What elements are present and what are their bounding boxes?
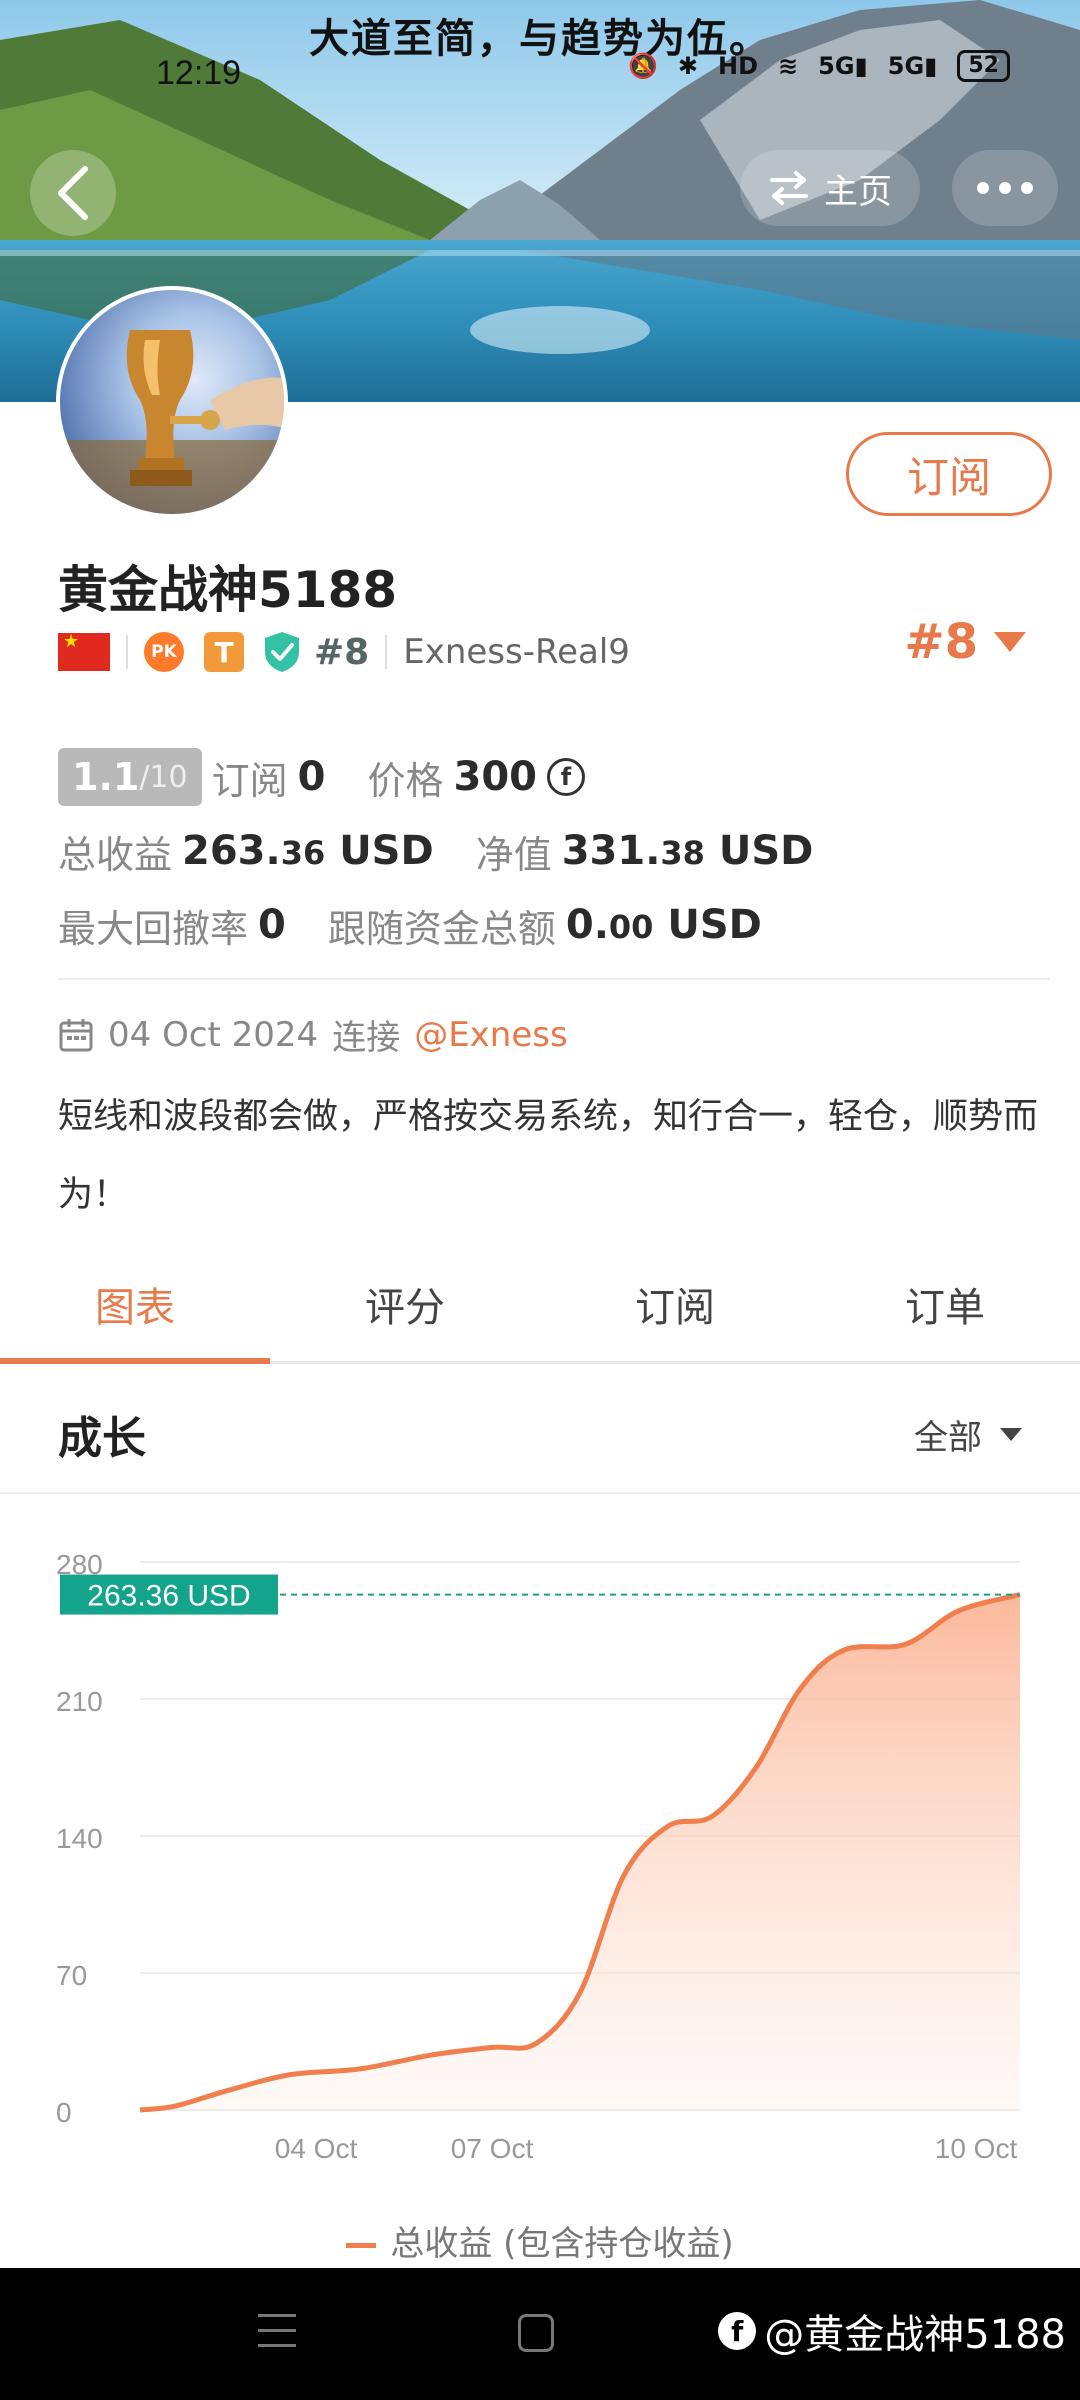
- rank-dropdown[interactable]: #8: [904, 614, 1026, 670]
- system-nav-bar: f @黄金战神5188: [0, 2268, 1080, 2400]
- subscribe-count-value: 0: [297, 754, 326, 800]
- connection-date: 04 Oct 2024: [108, 1014, 319, 1055]
- follow-funds-label: 跟随资金总额: [327, 906, 556, 951]
- bluetooth-icon: ✱: [677, 52, 698, 80]
- badge-divider: [385, 635, 388, 669]
- stats-panel: 1.1/10 订阅 0 价格 300 f 总收益 263.36 USD 净值 3…: [58, 740, 813, 962]
- status-time: 12:19: [156, 54, 242, 92]
- y-tick-label: 210: [56, 1686, 103, 1717]
- x-tick-label: 04 Oct: [275, 2133, 358, 2164]
- connection-word: 连接: [332, 1018, 401, 1058]
- home-button[interactable]: 主页: [740, 150, 920, 226]
- rank-small: #8: [314, 631, 370, 673]
- profile-tabs: 图表 评分 订阅 订单: [0, 1260, 1080, 1364]
- signal-icon-1: 5G▮: [818, 52, 868, 80]
- swap-icon: [770, 171, 808, 205]
- net-value: 331.38 USD: [561, 828, 814, 874]
- y-tick-label: 0: [56, 2097, 72, 2128]
- battery-icon: 52: [957, 50, 1010, 82]
- rank-value: #8: [904, 614, 978, 670]
- income-area: [140, 1594, 1020, 2110]
- coin-icon: f: [546, 758, 585, 796]
- y-tick-label: 70: [56, 1960, 87, 1991]
- subscribe-button[interactable]: 订阅: [846, 432, 1052, 516]
- signal-icon-2: 5G▮: [887, 52, 938, 80]
- x-tick-label: 10 Oct: [935, 2133, 1018, 2164]
- score-badge: 1.1/10: [58, 748, 202, 806]
- system-status-icons: 🔕 ✱ HD ≋ 5G▮ 5G▮ 52: [628, 50, 1010, 82]
- max-drawdown-value: 0: [258, 902, 286, 948]
- avatar[interactable]: [56, 286, 288, 518]
- chart-legend: 总收益 (包含持仓收益): [0, 2216, 1080, 2265]
- current-value-marker: 263.36 USD: [60, 1574, 278, 1615]
- tab-orders[interactable]: 订单: [810, 1260, 1080, 1361]
- profile-badges: PK T #8 Exness-Real9: [58, 626, 630, 678]
- hd-icon: HD: [718, 52, 759, 80]
- time-filter-dropdown[interactable]: 全部: [914, 1410, 1022, 1459]
- more-dot-icon: [977, 182, 989, 194]
- triangle-down-icon: [1000, 1428, 1022, 1441]
- home-button-label: 主页: [824, 171, 892, 212]
- broker-account: Exness-Real9: [403, 632, 630, 672]
- net-value-label: 净值: [475, 832, 552, 877]
- growth-chart: 070140210280 04 Oct 07 Oct 10 Oct 263.36 U…: [56, 1549, 1021, 2164]
- y-tick-label: 140: [56, 1823, 103, 1854]
- y-axis-ticks: 070140210280: [56, 1549, 103, 2128]
- total-income-value: 263.36 USD: [182, 828, 434, 874]
- legend-line-icon: [346, 2243, 377, 2248]
- total-income-label: 总收益: [58, 832, 173, 877]
- tab-subscribe[interactable]: 订阅: [540, 1260, 810, 1361]
- more-options-button[interactable]: [952, 150, 1058, 226]
- watermark-text: @黄金战神5188: [764, 2312, 1066, 2358]
- price-value: 300: [453, 754, 537, 800]
- price-label: 价格: [367, 758, 444, 803]
- facebook-icon: f: [718, 2312, 757, 2350]
- mute-icon: 🔕: [628, 52, 658, 80]
- current-value-label: 263.36 USD: [87, 1580, 250, 1613]
- tab-chart[interactable]: 图表: [0, 1260, 270, 1364]
- china-flag-icon: [58, 631, 110, 671]
- tab-rating[interactable]: 评分: [270, 1260, 540, 1361]
- wifi-icon: ≋: [778, 52, 799, 80]
- x-axis-ticks: 04 Oct 07 Oct 10 Oct: [275, 2133, 1018, 2164]
- broker-link[interactable]: @Exness: [414, 1015, 568, 1055]
- home-square-icon[interactable]: [518, 2314, 554, 2352]
- growth-title: 成长: [58, 1413, 146, 1464]
- profile-name: 黄金战神5188: [58, 561, 398, 619]
- time-filter-label: 全部: [914, 1418, 982, 1458]
- menu-icon[interactable]: [258, 2314, 296, 2350]
- t-badge-icon: T: [204, 632, 244, 672]
- calendar-icon: [59, 1018, 93, 1051]
- subscribe-count-label: 订阅: [211, 758, 288, 803]
- profile-bio: 短线和波段都会做，严格按交易系统，知行合一，轻仓，顺势而为！: [58, 1097, 1039, 1215]
- more-dot-icon: [1021, 182, 1033, 194]
- badge-divider: [126, 635, 128, 669]
- watermark: f @黄金战神5188: [718, 2302, 1066, 2360]
- x-tick-label: 07 Oct: [451, 2133, 534, 2164]
- divider: [58, 978, 1050, 980]
- back-button[interactable]: [30, 150, 116, 236]
- more-dot-icon: [999, 182, 1011, 194]
- max-drawdown-label: 最大回撤率: [58, 906, 249, 951]
- divider: [0, 1492, 1080, 1494]
- pk-badge-icon: PK: [144, 632, 184, 672]
- verified-shield-icon: [265, 632, 299, 672]
- follow-funds-value: 0.00 USD: [565, 902, 762, 948]
- triangle-down-icon: [994, 632, 1026, 652]
- chevron-left-icon: [58, 166, 88, 220]
- legend-label: 总收益 (包含持仓收益): [390, 2224, 734, 2264]
- trophy-key-avatar-image: [60, 330, 284, 514]
- connection-info: 04 Oct 2024 连接 @Exness: [58, 1010, 568, 1059]
